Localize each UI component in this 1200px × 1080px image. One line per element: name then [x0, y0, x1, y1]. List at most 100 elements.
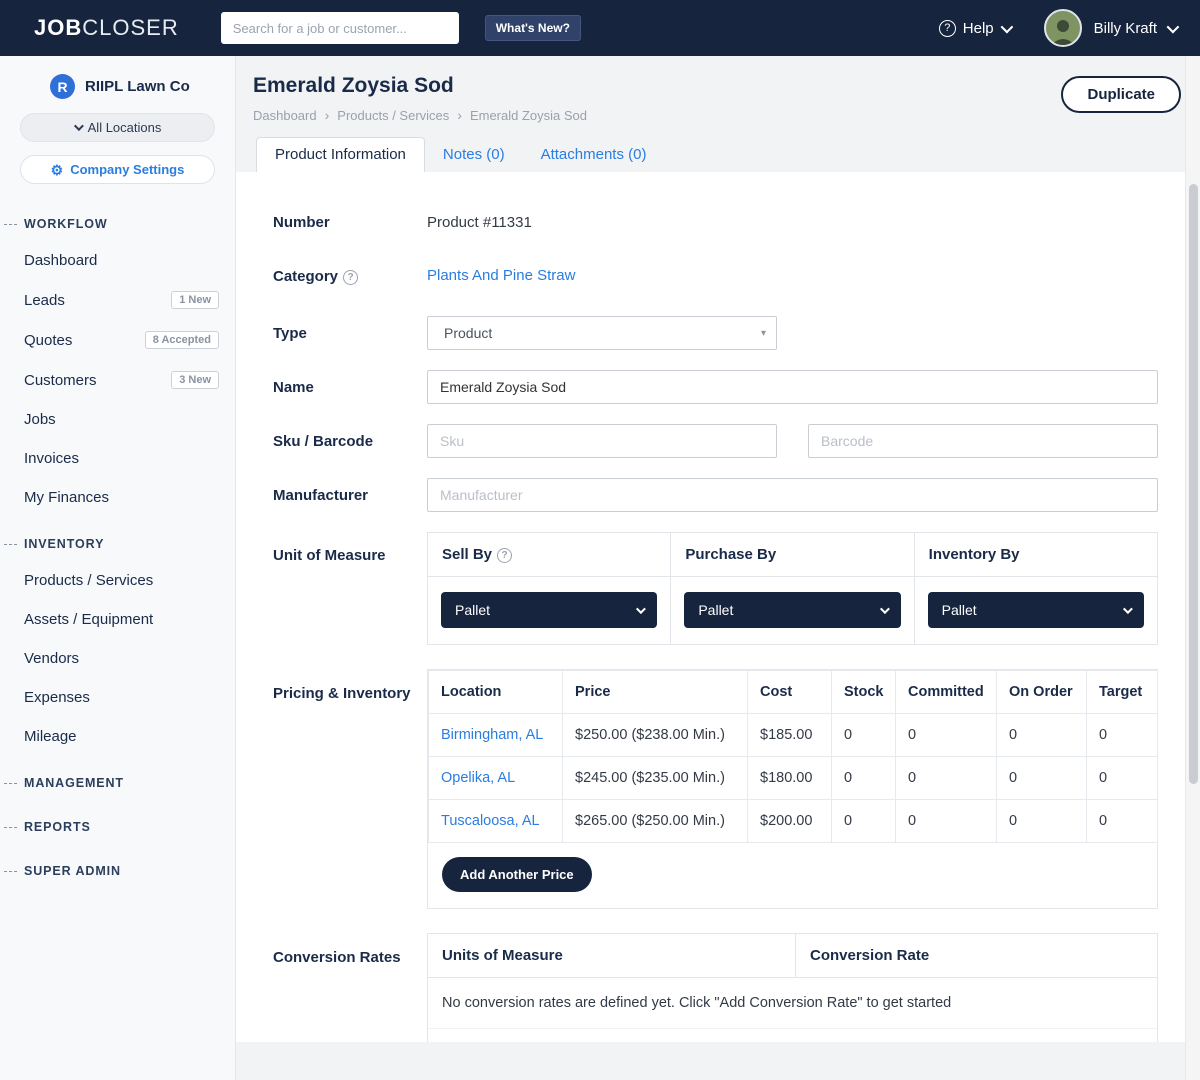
sidebar-item-leads[interactable]: Leads1 New: [0, 280, 235, 320]
section-dash: [4, 827, 17, 828]
chevron-down-icon: [880, 604, 890, 614]
vertical-scrollbar[interactable]: [1185, 56, 1200, 1080]
sidebar-item-invoices[interactable]: Invoices: [0, 439, 235, 478]
sidebar: R RIIPL Lawn Co All Locations ⚙ Company …: [0, 56, 236, 1080]
add-another-price-button[interactable]: Add Another Price: [442, 857, 592, 892]
logo-light: CLOSER: [82, 15, 178, 40]
col-target: Target: [1087, 671, 1158, 714]
quotes-badge: 8 Accepted: [145, 331, 219, 349]
help-label: Help: [963, 20, 994, 37]
category-row: Category? Plants And Pine Straw: [273, 259, 1200, 293]
person-icon: [1048, 15, 1078, 45]
sidebar-item-mileage[interactable]: Mileage: [0, 717, 235, 756]
type-select-value: Product: [444, 325, 492, 341]
sell-by-column: Sell By? Pallet: [428, 533, 671, 644]
table-row: Birmingham, AL $250.00 ($238.00 Min.) $1…: [429, 714, 1158, 757]
sidebar-item-dashboard[interactable]: Dashboard: [0, 241, 235, 280]
section-header-management[interactable]: MANAGEMENT: [0, 756, 235, 800]
col-stock: Stock: [832, 671, 896, 714]
user-menu[interactable]: Billy Kraft: [1094, 20, 1176, 37]
company-header: R RIIPL Lawn Co: [0, 74, 235, 99]
sell-by-help-icon[interactable]: ?: [497, 548, 512, 563]
conversion-header-row: Units of Measure Conversion Rate: [428, 934, 1157, 978]
category-link[interactable]: Plants And Pine Straw: [427, 267, 575, 284]
type-row: Type Product ▾: [273, 316, 1200, 350]
location-link[interactable]: Birmingham, AL: [429, 714, 563, 757]
sidebar-item-products-services[interactable]: Products / Services: [0, 561, 235, 600]
chevron-down-icon: [636, 604, 646, 614]
unit-of-measure-label: Unit of Measure: [273, 532, 427, 566]
sidebar-item-expenses[interactable]: Expenses: [0, 678, 235, 717]
pricing-header-row: Location Price Cost Stock Committed On O…: [429, 671, 1158, 714]
breadcrumb-dashboard[interactable]: Dashboard: [253, 108, 317, 123]
name-input[interactable]: [427, 370, 1158, 404]
company-settings-button[interactable]: ⚙ Company Settings: [20, 155, 215, 184]
page-title: Emerald Zoysia Sod: [253, 74, 1200, 98]
breadcrumb-current: Emerald Zoysia Sod: [470, 108, 587, 123]
inventory-by-select[interactable]: Pallet: [928, 592, 1144, 628]
product-information-panel: Number Product #11331 Category? Plants A…: [236, 172, 1200, 1042]
app-logo: JOBCLOSER: [34, 15, 179, 41]
scrollbar-thumb[interactable]: [1189, 184, 1198, 784]
section-header-reports[interactable]: REPORTS: [0, 800, 235, 844]
conversion-rates-row: Conversion Rates Units of Measure Conver…: [273, 933, 1200, 1042]
sidebar-item-vendors[interactable]: Vendors: [0, 639, 235, 678]
purchase-by-column: Purchase By Pallet: [671, 533, 914, 644]
whats-new-button[interactable]: What's New?: [485, 15, 581, 41]
customers-badge: 3 New: [171, 371, 219, 389]
col-conversion-rate: Conversion Rate: [796, 934, 943, 977]
sidebar-item-customers[interactable]: Customers3 New: [0, 360, 235, 400]
company-settings-label: Company Settings: [70, 162, 184, 177]
breadcrumb-separator: [325, 107, 330, 123]
section-header-super-admin[interactable]: SUPER ADMIN: [0, 844, 235, 888]
tab-bar: Product Information Notes (0) Attachment…: [256, 137, 1200, 172]
pricing-inventory-row: Pricing & Inventory Location Price: [273, 669, 1200, 909]
table-row: Tuscaloosa, AL $265.00 ($250.00 Min.) $2…: [429, 800, 1158, 843]
all-locations-dropdown[interactable]: All Locations: [20, 113, 215, 142]
sku-input[interactable]: [427, 424, 777, 458]
field-gap: [777, 424, 808, 458]
tab-notes[interactable]: Notes (0): [425, 138, 523, 172]
manufacturer-input[interactable]: [427, 478, 1158, 512]
section-dash: [4, 224, 17, 225]
chevron-down-icon: [1000, 20, 1013, 33]
chevron-down-icon: [1123, 604, 1133, 614]
sidebar-item-my-finances[interactable]: My Finances: [0, 478, 235, 517]
help-menu[interactable]: ? Help: [939, 20, 1010, 37]
col-cost: Cost: [748, 671, 832, 714]
barcode-input[interactable]: [808, 424, 1158, 458]
duplicate-button[interactable]: Duplicate: [1061, 76, 1181, 113]
help-icon: ?: [939, 20, 956, 37]
tab-attachments[interactable]: Attachments (0): [523, 138, 665, 172]
leads-badge: 1 New: [171, 291, 219, 309]
section-header-workflow: WORKFLOW: [0, 197, 235, 241]
number-row: Number Product #11331: [273, 205, 1200, 239]
unit-of-measure-box: Sell By? Pallet Purchase By: [427, 532, 1158, 645]
breadcrumb-products-services[interactable]: Products / Services: [337, 108, 449, 123]
avatar[interactable]: [1044, 9, 1082, 47]
user-name: Billy Kraft: [1094, 20, 1157, 37]
gear-icon: ⚙: [51, 163, 64, 177]
chevron-down-icon: [1167, 20, 1180, 33]
sidebar-item-assets-equipment[interactable]: Assets / Equipment: [0, 600, 235, 639]
sidebar-item-quotes[interactable]: Quotes8 Accepted: [0, 320, 235, 360]
col-units-of-measure: Units of Measure: [428, 934, 796, 977]
section-header-inventory: INVENTORY: [0, 517, 235, 561]
location-link[interactable]: Tuscaloosa, AL: [429, 800, 563, 843]
name-label: Name: [273, 377, 427, 398]
location-link[interactable]: Opelika, AL: [429, 757, 563, 800]
category-help-icon[interactable]: ?: [343, 270, 358, 285]
inventory-by-column: Inventory By Pallet: [915, 533, 1157, 644]
pricing-table-box: Location Price Cost Stock Committed On O…: [427, 669, 1158, 909]
col-committed: Committed: [896, 671, 997, 714]
manufacturer-row: Manufacturer: [273, 478, 1200, 512]
purchase-by-select[interactable]: Pallet: [684, 592, 900, 628]
type-select[interactable]: Product ▾: [427, 316, 777, 350]
sell-by-select[interactable]: Pallet: [441, 592, 657, 628]
unit-of-measure-row: Unit of Measure Sell By? Pallet: [273, 532, 1200, 645]
conversion-rates-box: Units of Measure Conversion Rate No conv…: [427, 933, 1158, 1042]
sell-by-header: Sell By?: [428, 533, 670, 577]
global-search-input[interactable]: [221, 12, 459, 44]
tab-product-information[interactable]: Product Information: [256, 137, 425, 172]
sidebar-item-jobs[interactable]: Jobs: [0, 400, 235, 439]
